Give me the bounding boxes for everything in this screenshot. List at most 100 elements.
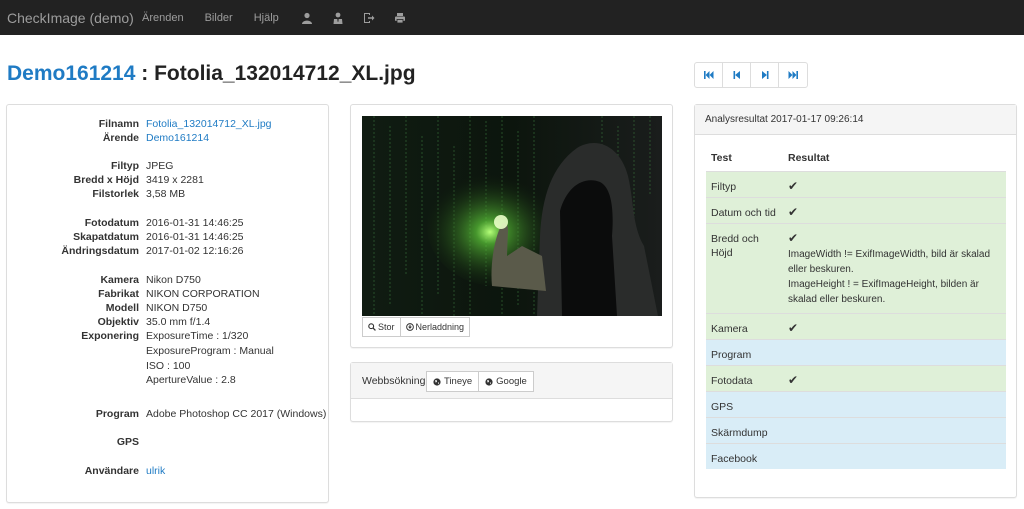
nav-link-hjalp[interactable]: Hjälp	[254, 12, 279, 24]
last-icon	[788, 71, 798, 79]
info-key: Filtyp	[111, 160, 139, 172]
next-button[interactable]	[751, 63, 779, 87]
info-key: Exponering	[81, 330, 139, 342]
info-row-iso: ISO : 100	[7, 359, 327, 373]
analysis-test-name: Program	[711, 349, 752, 361]
globe-icon	[433, 377, 441, 386]
info-key: Modell	[105, 302, 139, 314]
info-value: ExposureProgram : Manual	[146, 345, 274, 357]
analysis-row: Datum och tid ✔	[706, 197, 1006, 223]
info-row-filtyp: Filtyp JPEG	[7, 159, 327, 173]
info-value: ApertureValue : 2.8	[146, 374, 236, 386]
case-link[interactable]: Demo161214	[7, 62, 135, 85]
info-row-arende: Ärende Demo161214	[7, 131, 327, 145]
info-key: Kamera	[100, 274, 139, 286]
analysis-test-name: Facebook	[711, 453, 758, 465]
info-value: NIKON CORPORATION	[146, 288, 260, 300]
title-separator: :	[135, 62, 155, 85]
info-row-objektiv: Objektiv 35.0 mm f/1.4	[7, 315, 327, 329]
check-icon: ✔	[788, 231, 799, 245]
info-key: Fotodatum	[84, 217, 139, 229]
info-row-fabrikat: Fabrikat NIKON CORPORATION	[7, 287, 327, 301]
info-value-filename[interactable]: Fotolia_132014712_XL.jpg	[146, 117, 272, 131]
app-brand[interactable]: CheckImage (demo)	[0, 10, 142, 26]
info-key: Ärende	[102, 132, 139, 144]
nav-link-bilder[interactable]: Bilder	[205, 12, 233, 24]
info-row-gps: GPS	[7, 435, 327, 449]
analysis-result: ✔	[788, 321, 1000, 337]
preview-image[interactable]	[362, 116, 662, 316]
check-icon: ✔	[788, 179, 799, 193]
analysis-result: ✔ ImageWidth != ExifImageWidth, bild är s…	[788, 231, 1000, 307]
column-header-test: Test	[711, 152, 732, 164]
info-value: ExposureTime : 1/320	[146, 330, 249, 342]
info-key: Ändringsdatum	[61, 245, 139, 257]
info-value: Adobe Photoshop CC 2017 (Windows)	[146, 408, 327, 420]
analysis-test-name: Filtyp	[711, 181, 737, 193]
info-value: 2017-01-02 12:16:26	[146, 245, 244, 257]
check-icon: ✔	[788, 321, 799, 335]
first-button[interactable]	[695, 63, 723, 87]
info-key: GPS	[116, 436, 139, 448]
info-value-user[interactable]: ulrik	[146, 464, 165, 478]
info-value-case[interactable]: Demo161214	[146, 131, 209, 145]
info-value: ISO : 100	[146, 360, 191, 372]
info-value: 2016-01-31 14:46:25	[146, 217, 244, 229]
print-icon[interactable]	[393, 11, 407, 25]
tineye-button[interactable]: Tineye	[426, 371, 480, 392]
info-row-filesize: Filstorlek 3,58 MB	[7, 187, 327, 201]
info-value: 3,58 MB	[146, 188, 186, 200]
previous-button[interactable]	[723, 63, 751, 87]
analysis-result-text: ImageHeight ! = ExifImageHeight, bilden …	[788, 279, 979, 305]
info-row-dimensions: Bredd x Höjd 3419 x 2281	[7, 173, 327, 187]
column-header-result: Resultat	[788, 152, 830, 164]
info-key: Bredd x Höjd	[73, 174, 139, 186]
info-row-filnamn: Filnamn Fotolia_132014712_XL.jpg	[7, 117, 327, 131]
first-icon	[703, 71, 713, 79]
info-key: Filstorlek	[92, 188, 139, 200]
info-key: Användare	[84, 465, 139, 477]
google-label: Google	[496, 376, 527, 387]
info-row-anvandare: Användare ulrik	[7, 464, 327, 478]
download-button-label: Nerladdning	[415, 322, 465, 332]
analysis-test-name: Fotodata	[711, 375, 753, 387]
image-preview-panel: Stor Nerladdning	[350, 104, 673, 348]
info-row-exponering: Exponering ExposureTime : 1/320	[7, 329, 327, 343]
analysis-panel: Analysresultat 2017-01-17 09:26:14 Test …	[694, 104, 1017, 498]
download-button[interactable]: Nerladdning	[400, 317, 471, 337]
check-icon: ✔	[788, 373, 799, 387]
file-info-panel: Filnamn Fotolia_132014712_XL.jpg Ärende De…	[6, 104, 329, 503]
analysis-result: ✔	[788, 205, 1000, 221]
analysis-title: Analysresultat 2017-01-17 09:26:14	[705, 114, 864, 125]
analysis-row: Fotodata ✔	[706, 365, 1006, 391]
user-icon[interactable]	[300, 11, 314, 25]
title-filename: Fotolia_132014712_XL.jpg	[154, 62, 416, 85]
last-button[interactable]	[779, 63, 807, 87]
large-button[interactable]: Stor	[362, 317, 401, 337]
analysis-row: Kamera ✔	[706, 313, 1006, 339]
info-row-andringsdatum: Ändringsdatum 2017-01-02 12:16:26	[7, 244, 327, 258]
info-key: Objektiv	[97, 316, 139, 328]
info-value: 3419 x 2281	[146, 174, 204, 186]
analysis-row: Program	[706, 339, 1006, 365]
web-search-header: Webbsökning Tineye Google	[351, 363, 672, 399]
user-tie-icon[interactable]	[331, 11, 345, 25]
analysis-header: Analysresultat 2017-01-17 09:26:14	[695, 105, 1016, 135]
check-icon: ✔	[788, 205, 799, 219]
image-pager	[694, 62, 808, 88]
info-row-program: Program Adobe Photoshop CC 2017 (Windows)	[7, 407, 327, 421]
large-button-label: Stor	[378, 322, 395, 332]
logout-icon[interactable]	[362, 11, 376, 25]
analysis-test-name: Datum och tid	[711, 207, 776, 219]
google-button[interactable]: Google	[479, 371, 534, 392]
info-value: 35.0 mm f/1.4	[146, 316, 211, 328]
info-value: Nikon D750	[146, 274, 201, 286]
analysis-row: Facebook	[706, 443, 1006, 469]
info-value: 2016-01-31 14:46:25	[146, 231, 244, 243]
info-row-fotodatum: Fotodatum 2016-01-31 14:46:25	[7, 216, 327, 230]
info-row-modell: Modell NIKON D750	[7, 301, 327, 315]
next-icon	[761, 71, 768, 79]
analysis-test-name: Skärmdump	[711, 427, 768, 439]
nav-link-arenden[interactable]: Ärenden	[142, 12, 184, 24]
info-key: Skapatdatum	[73, 231, 139, 243]
